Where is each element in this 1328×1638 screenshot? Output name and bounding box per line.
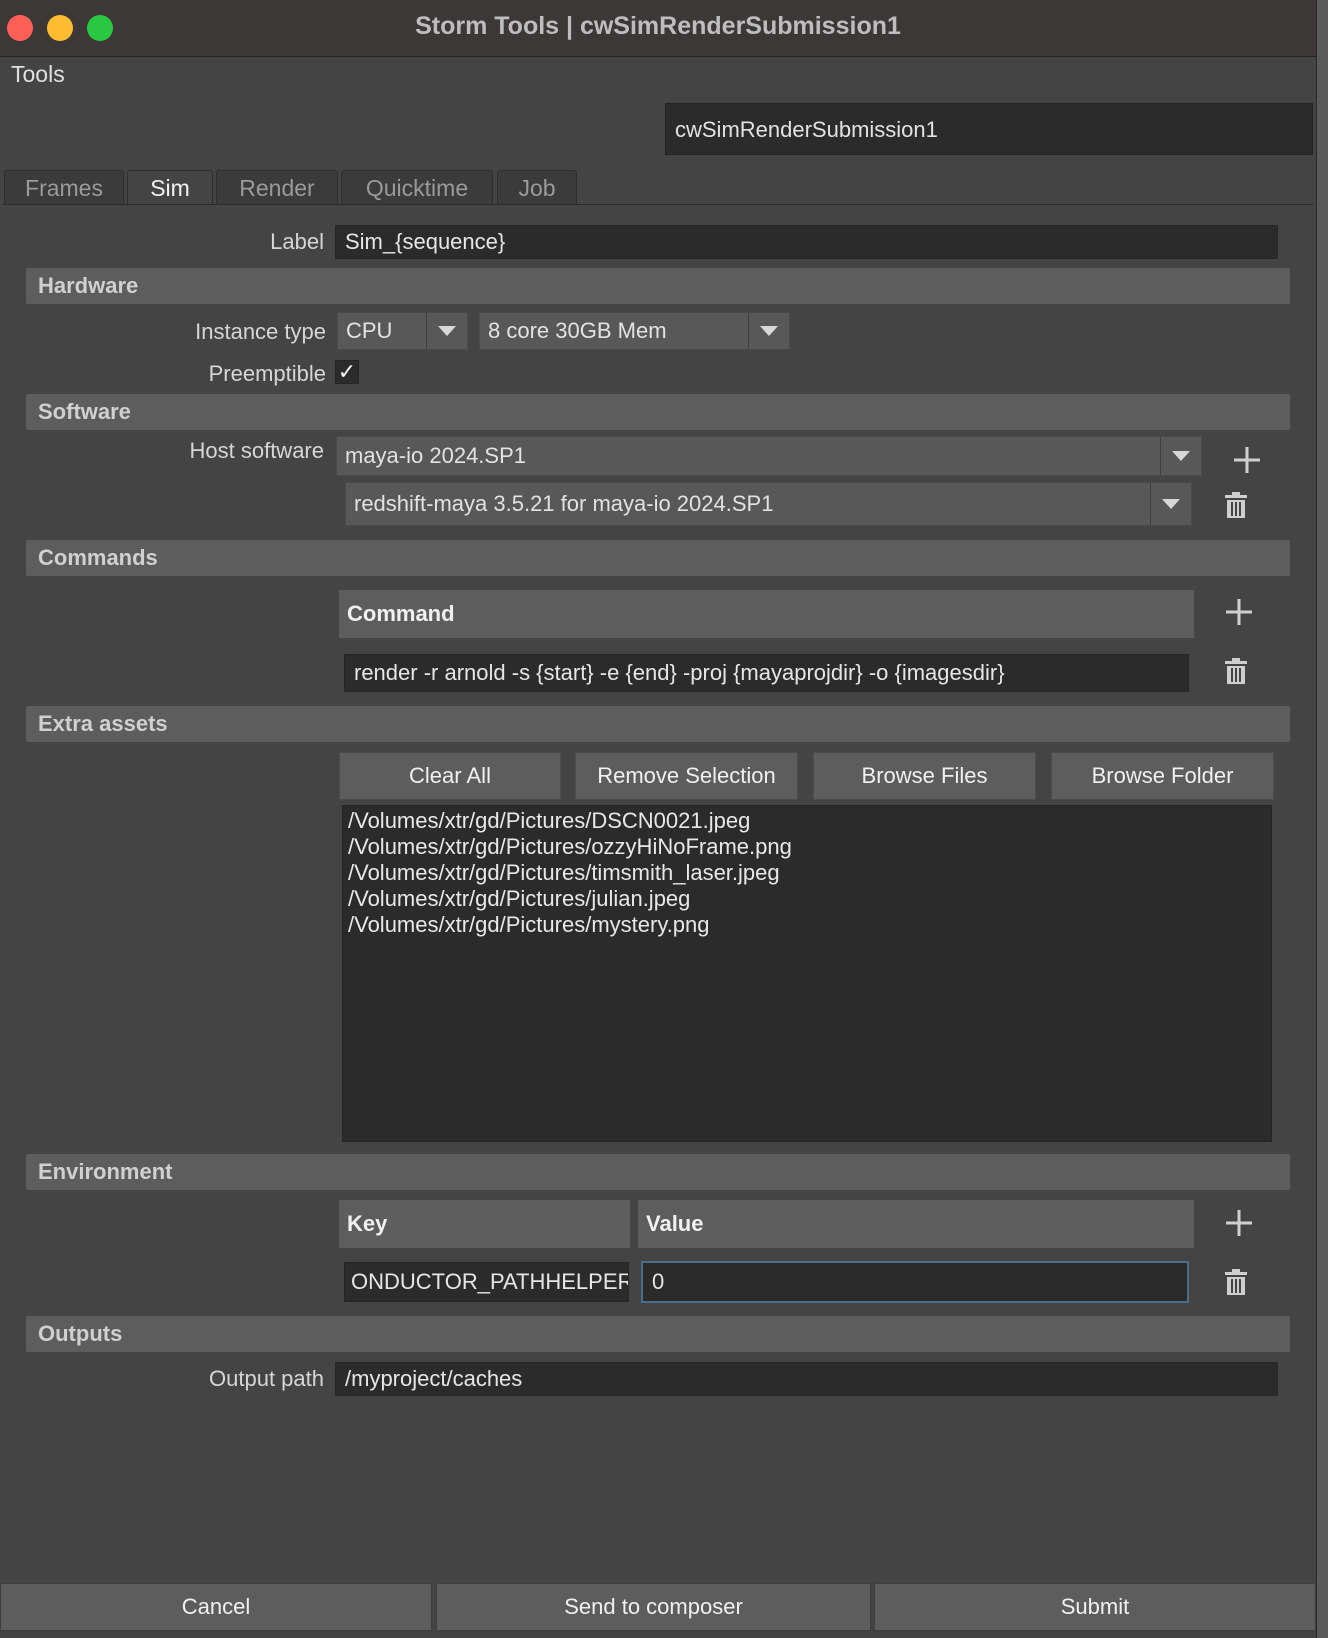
software-section-header[interactable]: Software (26, 394, 1290, 430)
tab-job[interactable]: Job (497, 170, 577, 204)
tab-render[interactable]: Render (216, 170, 338, 204)
env-key-column-header: Key (339, 1200, 630, 1248)
chevron-down-icon (1160, 437, 1201, 475)
add-env-var-icon[interactable] (1224, 1208, 1254, 1238)
output-path-input[interactable]: /myproject/caches (335, 1362, 1278, 1396)
delete-command-trash-icon[interactable] (1221, 656, 1251, 686)
browse-folder-button[interactable]: Browse Folder (1051, 752, 1274, 800)
list-item[interactable]: /Volumes/xtr/gd/Pictures/ozzyHiNoFrame.p… (348, 834, 1271, 860)
add-plugin-icon[interactable] (1232, 445, 1262, 475)
send-to-composer-button[interactable]: Send to composer (436, 1583, 871, 1631)
submit-button[interactable]: Submit (874, 1583, 1316, 1631)
environment-section-header[interactable]: Environment (26, 1154, 1290, 1190)
instance-type-combo[interactable]: CPU (337, 312, 468, 350)
preemptible-label: Preemptible (208, 361, 326, 386)
asset-file-list[interactable]: /Volumes/xtr/gd/Pictures/DSCN0021.jpeg /… (342, 805, 1272, 1142)
add-command-icon[interactable] (1224, 597, 1254, 627)
commands-section-header[interactable]: Commands (26, 540, 1290, 576)
host-software-label: Host software (189, 438, 325, 463)
cancel-button[interactable]: Cancel (0, 1583, 432, 1631)
instance-type-value: CPU (346, 318, 393, 343)
chevron-down-icon (426, 313, 467, 349)
menu-bar: Tools (0, 57, 1316, 97)
command-input[interactable]: render -r arnold -s {start} -e {end} -pr… (344, 654, 1189, 692)
env-value-column-header: Value (638, 1200, 1194, 1248)
remove-selection-button[interactable]: Remove Selection (575, 752, 798, 800)
output-path-label: Output path (209, 1366, 324, 1391)
tab-sim[interactable]: Sim (127, 170, 213, 206)
list-item[interactable]: /Volumes/xtr/gd/Pictures/mystery.png (348, 912, 1271, 938)
chevron-down-icon (1150, 483, 1191, 525)
menu-tools[interactable]: Tools (11, 61, 65, 88)
host-software-value: maya-io 2024.SP1 (345, 443, 526, 468)
browse-files-button[interactable]: Browse Files (813, 752, 1036, 800)
chevron-down-icon (748, 313, 789, 349)
list-item[interactable]: /Volumes/xtr/gd/Pictures/DSCN0021.jpeg (348, 808, 1271, 834)
clear-all-button[interactable]: Clear All (339, 752, 561, 800)
machine-type-value: 8 core 30GB Mem (488, 318, 667, 343)
title-bar: Storm Tools | cwSimRenderSubmission1 (0, 0, 1316, 57)
label-input[interactable]: Sim_{sequence} (335, 225, 1278, 259)
delete-env-var-trash-icon[interactable] (1221, 1267, 1251, 1297)
label-field-label: Label (270, 229, 324, 254)
plugin-combo[interactable]: redshift-maya 3.5.21 for maya-io 2024.SP… (345, 482, 1192, 526)
tab-quicktime[interactable]: Quicktime (341, 170, 493, 204)
env-key-input[interactable]: ONDUCTOR_PATHHELPER (344, 1262, 629, 1302)
window-title: Storm Tools | cwSimRenderSubmission1 (415, 12, 901, 40)
hardware-section-header[interactable]: Hardware (26, 268, 1290, 304)
outputs-section-header[interactable]: Outputs (26, 1316, 1290, 1352)
env-value-input[interactable]: 0 (641, 1261, 1189, 1303)
extra-assets-section-header[interactable]: Extra assets (26, 706, 1290, 742)
host-software-combo[interactable]: maya-io 2024.SP1 (336, 436, 1202, 476)
machine-type-combo[interactable]: 8 core 30GB Mem (479, 312, 790, 350)
storm-tools-window: Storm Tools | cwSimRenderSubmission1 Too… (0, 0, 1317, 1638)
command-column-header: Command (339, 590, 1194, 638)
preemptible-checkbox[interactable]: ✓ (335, 360, 359, 384)
node-name-field[interactable]: cwSimRenderSubmission1 (665, 103, 1313, 155)
delete-plugin-trash-icon[interactable] (1221, 490, 1251, 520)
list-item[interactable]: /Volumes/xtr/gd/Pictures/timsmith_laser.… (348, 860, 1271, 886)
plugin-value: redshift-maya 3.5.21 for maya-io 2024.SP… (354, 491, 774, 516)
instance-type-label: Instance type (195, 319, 326, 344)
tab-frames[interactable]: Frames (4, 170, 124, 204)
list-item[interactable]: /Volumes/xtr/gd/Pictures/julian.jpeg (348, 886, 1271, 912)
